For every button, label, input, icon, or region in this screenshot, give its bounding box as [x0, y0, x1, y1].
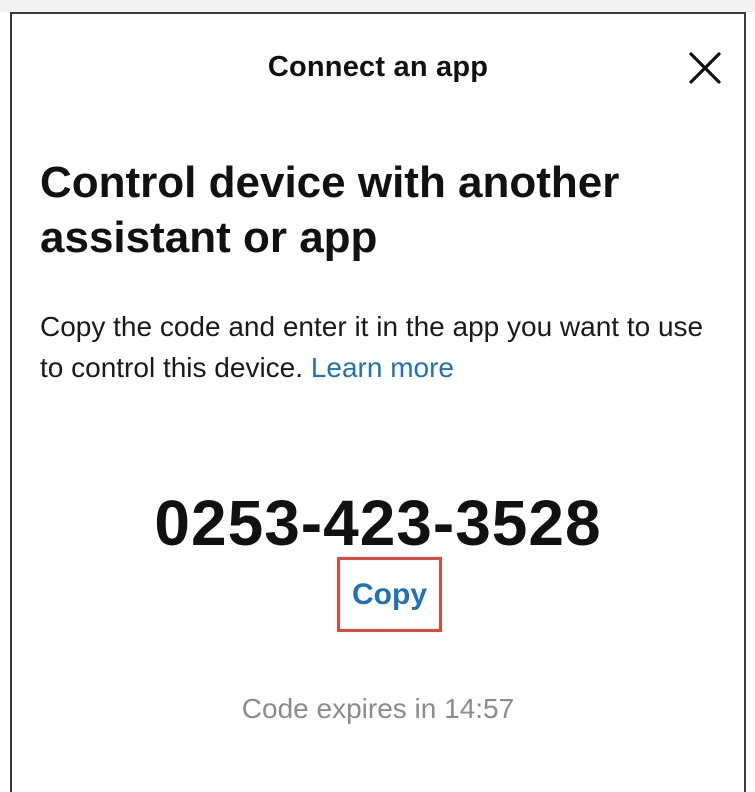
learn-more-link[interactable]: Learn more [311, 352, 454, 383]
code-expiry-text: Code expires in 14:57 [241, 693, 515, 724]
dialog-title: Connect an app [267, 51, 489, 83]
pairing-code: 0253-423-3528 [154, 487, 602, 559]
connect-app-dialog: Connect an app Control device with anoth… [10, 12, 746, 792]
main-heading: Control device with another assistant or… [40, 158, 620, 262]
copy-button[interactable]: Copy [337, 557, 442, 632]
close-button[interactable] [683, 46, 727, 90]
window-edge [0, 0, 755, 12]
description: Copy the code and enter it in the app yo… [40, 306, 730, 388]
close-icon [689, 52, 721, 84]
